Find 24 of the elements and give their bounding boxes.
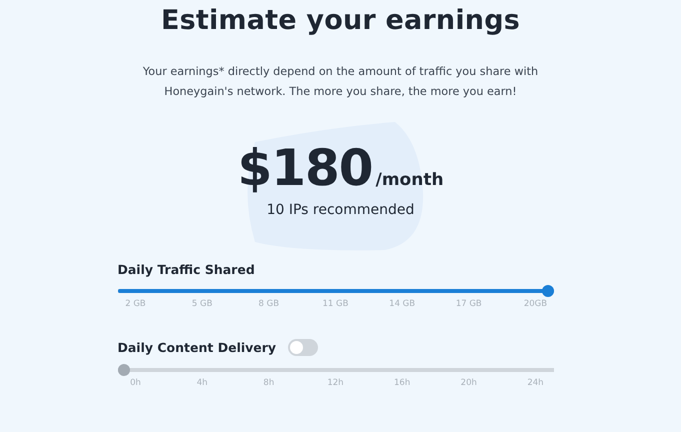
tick-label: 17 GB [454,299,483,309]
tick-label: 20h [460,378,478,388]
tick-label: 14 GB [388,299,416,309]
tick-label: 4h [196,378,209,388]
description-text: Your earnings* directly depend on the amount of traffic you share with Honeygain's network. The more you share, the more you earn! [142,64,540,100]
tick-label: 24h [526,378,545,388]
toggle-switch[interactable] [288,339,318,356]
tick-label: 8 GB [258,299,280,309]
period-label: /month [376,170,444,190]
slider-label: Daily Content Delivery [118,340,276,355]
tick-label: 2 GB [124,299,147,309]
earnings-amount: $180 [237,138,373,199]
tick-label: 12h [326,378,345,388]
tick-label: 16h [393,378,412,388]
slider-label: Daily Traffic Shared [118,262,255,277]
page-title: Estimate your earnings [160,4,520,38]
slider-handle[interactable] [118,364,130,376]
recommendation-text: 10 IPs recommended [266,202,414,218]
slider-handle[interactable] [542,285,554,297]
tick-label: 20GB [522,299,548,309]
tick-label: 5 GB [190,299,214,309]
tick-label: 0h [129,378,142,388]
tick-label: 11 GB [322,299,350,309]
tick-label: 8h [262,378,276,388]
